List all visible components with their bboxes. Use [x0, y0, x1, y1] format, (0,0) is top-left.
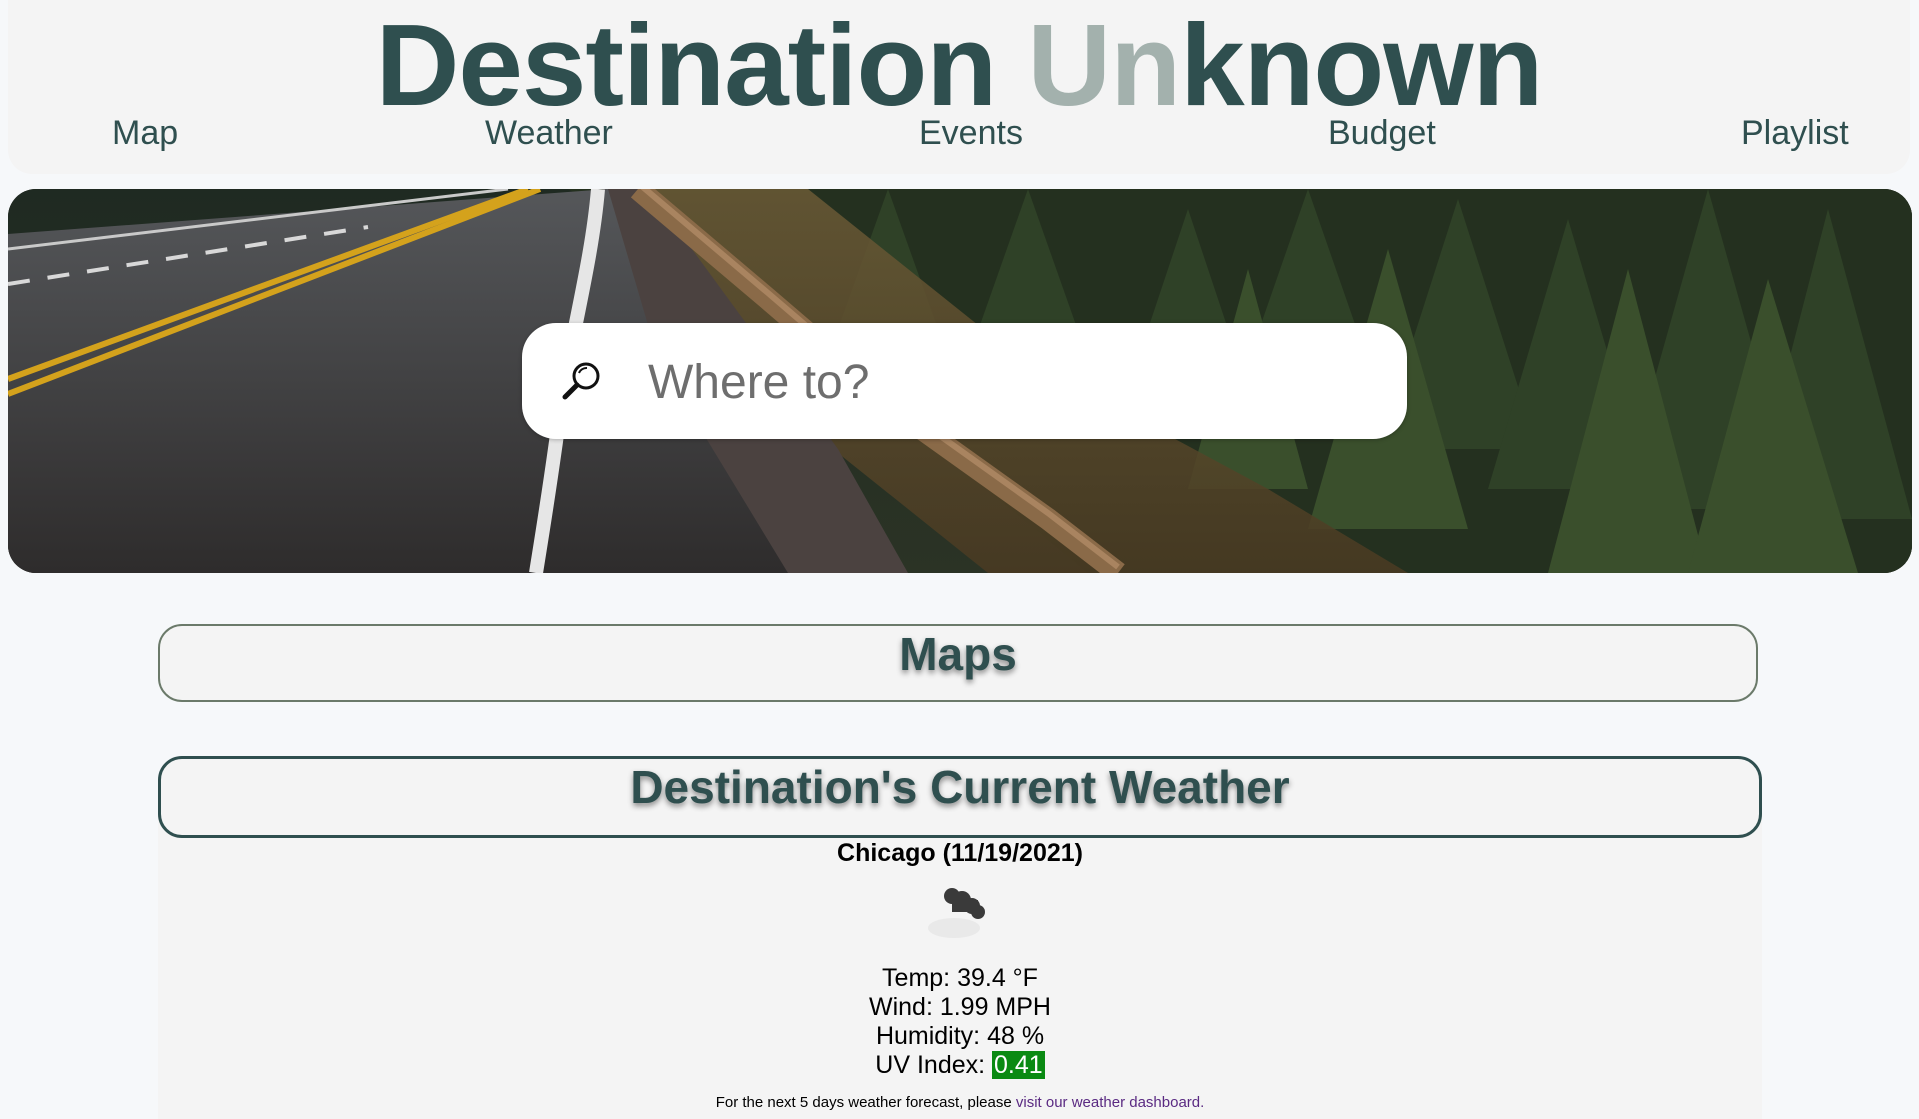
main-nav: Map Weather Events Budget Playlist: [8, 110, 1910, 156]
weather-dashboard-link[interactable]: visit our weather dashboard.: [1016, 1094, 1204, 1111]
search-input[interactable]: [646, 341, 1370, 423]
nav-link-map[interactable]: Map: [112, 110, 178, 156]
nav-link-playlist[interactable]: Playlist: [1741, 110, 1849, 156]
uv-index-label: UV Index:: [875, 1051, 993, 1079]
weather-humidity: Humidity: 48 %: [875, 1022, 1045, 1050]
weather-section-header[interactable]: Destination's Current Weather: [158, 756, 1762, 838]
weather-city-date: Chicago (11/19/2021): [837, 839, 1083, 867]
maps-section-header[interactable]: Maps: [158, 624, 1758, 702]
weather-temp: Temp: 39.4 °F: [882, 964, 1038, 992]
magnifying-glass-icon: [562, 362, 600, 400]
nav-link-weather[interactable]: Weather: [485, 110, 613, 156]
cloud-icon: [928, 888, 985, 938]
nav-link-budget[interactable]: Budget: [1328, 110, 1436, 156]
weather-wind: Wind: 1.99 MPH: [868, 993, 1051, 1021]
forecast-note-text: For the next 5 days weather forecast, pl…: [715, 1094, 1016, 1111]
weather-uv: UV Index: 0.41: [158, 1051, 1762, 1080]
nav-link-events[interactable]: Events: [919, 110, 1023, 156]
hero-banner: [8, 189, 1912, 573]
site-header: Destination Unknown Map Weather Events B…: [8, 0, 1910, 174]
search-bar[interactable]: [522, 323, 1407, 439]
forecast-note: For the next 5 days weather forecast, pl…: [158, 1093, 1762, 1113]
uv-index-badge: 0.41: [992, 1051, 1045, 1079]
